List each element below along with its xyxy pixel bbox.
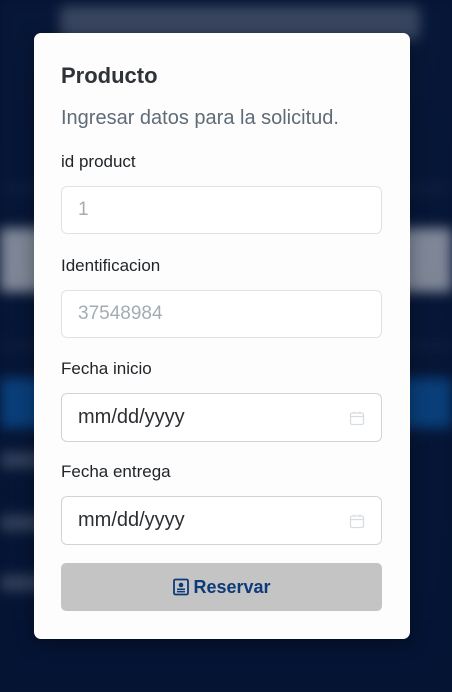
fecha-inicio-group: Fecha inicio mm/dd/yyyy [61,358,382,442]
fecha-entrega-input[interactable]: mm/dd/yyyy [61,496,382,545]
modal-subtitle: Ingresar datos para la solicitud. [61,107,339,129]
id-product-group: id product 1 [61,151,382,234]
fecha-inicio-value: mm/dd/yyyy [78,406,185,428]
product-modal: Producto Ingresar datos para la solicitu… [34,33,410,639]
reservar-button[interactable]: Reservar [61,563,382,611]
fecha-inicio-input[interactable]: mm/dd/yyyy [61,393,382,442]
reservar-button-label: Reservar [193,576,271,597]
id-product-label: id product [61,152,136,171]
id-product-input[interactable]: 1 [61,186,382,234]
identificacion-placeholder: 37548984 [78,303,163,324]
id-card-icon [173,578,190,596]
id-product-placeholder: 1 [78,199,89,220]
fecha-inicio-label: Fecha inicio [61,359,152,378]
calendar-icon[interactable] [349,410,365,426]
modal-title: Producto [61,63,158,88]
fecha-entrega-value: mm/dd/yyyy [78,509,185,531]
identificacion-label: Identificacion [61,256,161,275]
fecha-entrega-group: Fecha entrega mm/dd/yyyy [61,461,382,545]
calendar-icon[interactable] [349,513,365,529]
identificacion-input[interactable]: 37548984 [61,290,382,338]
identificacion-group: Identificacion 37548984 [61,255,382,338]
fecha-entrega-label: Fecha entrega [61,462,171,481]
